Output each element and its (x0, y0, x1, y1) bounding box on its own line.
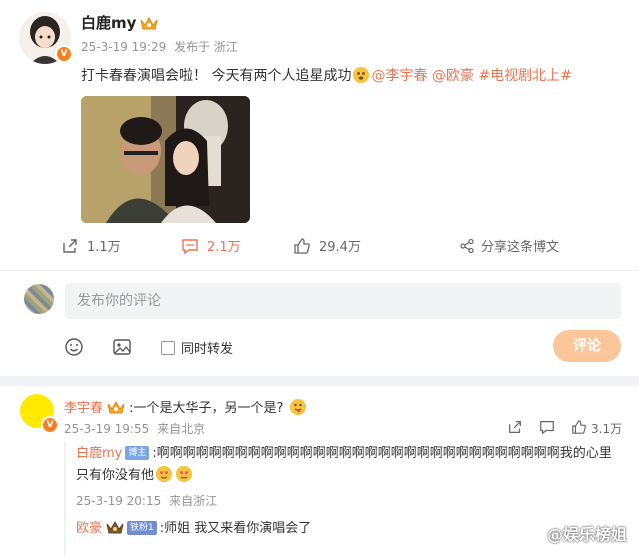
post-author[interactable]: 白鹿my (81, 12, 158, 33)
reply-timestamp: 25-3-19 20:15 (76, 494, 162, 508)
like-count: 29.4万 (319, 240, 361, 255)
comment-count: 2.1万 (207, 240, 241, 255)
watermark: @娱乐榜姐 (546, 525, 627, 544)
heart-emoji-icon (176, 466, 193, 482)
share-label: 分享这条博文 (481, 240, 560, 255)
comment-button[interactable]: 2.1万 (181, 236, 241, 255)
post-photo[interactable] (81, 96, 250, 223)
comment-meta: 25-3-19 19:55 来自北京 (64, 420, 205, 437)
comment-source: 来自北京 (157, 422, 206, 436)
current-user-avatar (24, 284, 54, 314)
post-text: 打卡春春演唱会啦！ 今天有两个人追星成功 (81, 68, 352, 84)
like-button[interactable]: 29.4万 (293, 236, 361, 255)
comment-repost-button[interactable] (507, 419, 523, 438)
comment-like-count: 3.1万 (591, 422, 623, 436)
image-icon[interactable] (112, 337, 132, 357)
post-author-name[interactable]: 白鹿my (81, 14, 136, 32)
post-source: 发布于 浙江 (174, 40, 238, 54)
section-divider (0, 376, 639, 386)
post-content: 打卡春春演唱会啦！ 今天有两个人追星成功 @李宇春 @欧豪 #电视剧北上# (81, 65, 572, 85)
reply-author[interactable]: 欧豪 (76, 521, 102, 536)
comment-reply-button[interactable] (539, 419, 555, 438)
repost-count: 1.1万 (87, 240, 121, 255)
emoji-icon[interactable] (64, 337, 84, 357)
mention-link-1[interactable]: @李宇春 (371, 68, 427, 84)
comment-icon (539, 419, 555, 438)
topic-link[interactable]: #电视剧北上# (478, 68, 571, 84)
heart-eyes-emoji-icon (353, 67, 370, 83)
repost-icon (61, 237, 79, 255)
comment-icon (181, 237, 199, 255)
submit-comment-button[interactable]: 评论 (553, 330, 621, 362)
heart-emoji-icon (156, 466, 173, 482)
repost-button[interactable]: 1.1万 (61, 236, 121, 255)
repost-icon (507, 419, 523, 438)
share-button[interactable]: 分享这条博文 (459, 236, 559, 255)
post-timestamp[interactable]: 25-3-19 19:29 (81, 40, 166, 54)
repost-checkbox-label: 同时转发 (181, 342, 234, 357)
reply-meta: 25-3-19 20:15 来自浙江 (76, 492, 217, 509)
share-icon (459, 238, 475, 254)
reply-item: 白鹿my 博主:啊啊啊啊啊啊啊啊啊啊啊啊啊啊啊啊啊啊啊啊啊啊啊啊啊啊啊啊啊啊啊我的… (76, 443, 621, 487)
member-crown-icon (106, 520, 124, 534)
comment-like-button[interactable]: 3.1万 (571, 419, 622, 438)
member-crown-icon (107, 400, 125, 414)
reply-tag: 博主 (125, 446, 150, 460)
like-icon (571, 419, 587, 438)
repost-checkbox-row[interactable]: 同时转发 (161, 338, 233, 357)
comment-input[interactable] (65, 283, 621, 319)
reply-list: 白鹿my 博主:啊啊啊啊啊啊啊啊啊啊啊啊啊啊啊啊啊啊啊啊啊啊啊啊啊啊啊啊啊啊啊我的… (64, 441, 626, 556)
comment-author[interactable]: 李宇春 (64, 401, 103, 416)
verified-badge-icon: V (55, 45, 73, 63)
reply-source: 来自浙江 (169, 494, 218, 508)
verified-badge-icon: V (41, 416, 59, 434)
like-icon (293, 237, 311, 255)
fan-tag: 铁粉1 (127, 521, 157, 535)
tongue-emoji-icon (289, 399, 306, 415)
member-crown-icon (140, 16, 158, 30)
repost-checkbox[interactable] (161, 340, 175, 355)
reply-text: :师姐 我又来看你演唱会了 (159, 521, 312, 536)
comment-line: 李宇春 :一个是大华子，另一个是? (64, 397, 308, 416)
comment-text: :一个是大华子，另一个是? (129, 401, 284, 416)
comment-timestamp: 25-3-19 19:55 (64, 422, 150, 436)
reply-item: 欧豪 铁粉1:师姐 我又来看你演唱会了 (76, 518, 311, 540)
reply-author[interactable]: 白鹿my (76, 446, 122, 461)
post-meta: 25-3-19 19:29 发布于 浙江 (81, 38, 238, 55)
mention-link-2[interactable]: @欧豪 (432, 68, 474, 84)
divider (0, 270, 639, 271)
